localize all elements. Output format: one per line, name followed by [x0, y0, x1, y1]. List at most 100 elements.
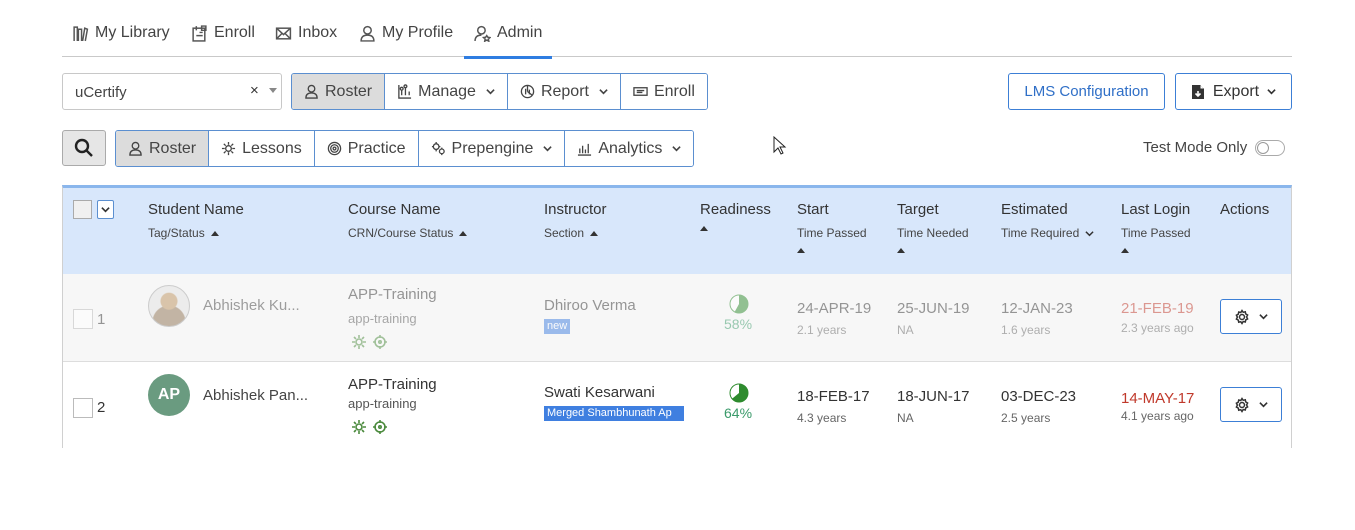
section-tag: Merged Shambhunath Ap	[544, 406, 684, 421]
course-select[interactable]: uCertify ×	[62, 73, 282, 110]
export-button[interactable]: Export	[1175, 73, 1292, 110]
last-login-date: 21-FEB-19	[1121, 300, 1194, 317]
sort-down-icon[interactable]	[1085, 229, 1094, 238]
library-icon	[73, 26, 89, 42]
row-checkbox[interactable]	[73, 398, 93, 418]
avatar: AP	[148, 374, 190, 416]
row-checkbox[interactable]	[73, 309, 93, 329]
student-name[interactable]: Abhishek Pan...	[203, 387, 308, 404]
course-status-icons	[351, 334, 388, 350]
clear-icon[interactable]: ×	[250, 82, 259, 99]
last-login-time-passed: 4.1 years ago	[1121, 409, 1194, 423]
gear-icon	[352, 420, 366, 434]
report-button[interactable]: Report	[507, 74, 621, 109]
sort-up-icon[interactable]	[700, 226, 708, 231]
tab-prepengine[interactable]: Prepengine	[418, 131, 566, 166]
gears-icon	[431, 141, 445, 156]
crosshair-icon	[373, 420, 387, 434]
readiness-pie	[729, 294, 749, 314]
tab-analytics[interactable]: Analytics	[565, 131, 694, 166]
estimated-time-required: 2.5 years	[1001, 411, 1051, 425]
row-number: 1	[97, 311, 106, 328]
manage-button-label: Manage	[418, 82, 476, 100]
readiness-percent: 58%	[724, 316, 753, 332]
nav-enroll[interactable]: Enroll	[191, 24, 255, 57]
header-start[interactable]: Start Time Passed	[797, 201, 867, 253]
header-title: Target	[897, 201, 939, 218]
header-last-login[interactable]: Last Login Time Passed	[1121, 201, 1191, 253]
tab-practice[interactable]: Practice	[314, 131, 419, 166]
sort-up-icon[interactable]	[459, 230, 468, 236]
nav-inbox[interactable]: Inbox	[275, 24, 337, 57]
enroll-button[interactable]: Enroll	[620, 74, 707, 109]
header-course-name[interactable]: Course Name CRN/Course Status	[348, 201, 468, 240]
sort-up-icon[interactable]	[797, 248, 805, 253]
sort-up-icon[interactable]	[210, 230, 219, 236]
start-time-passed: 4.3 years	[797, 411, 847, 425]
tab-analytics-label: Analytics	[598, 139, 663, 157]
course-name: APP-Training	[348, 286, 437, 303]
nav-admin[interactable]: Admin	[464, 24, 553, 59]
sort-up-icon[interactable]	[1121, 248, 1129, 253]
test-mode-label: Test Mode Only	[1143, 139, 1248, 156]
lms-configuration-label: LMS Configuration	[1024, 83, 1149, 100]
select-all-checkbox[interactable]	[73, 200, 92, 219]
header-title: Actions	[1220, 201, 1270, 218]
gear-icon	[222, 141, 236, 156]
estimated-date: 03-DEC-23	[1001, 388, 1077, 405]
report-icon	[520, 84, 535, 99]
nav-label: Inbox	[298, 24, 338, 41]
sub-view-group: Roster Lessons Practice Prepengine Analy…	[115, 130, 695, 167]
test-mode-toggle[interactable]: Test Mode Only	[1143, 139, 1286, 156]
nav-my-library[interactable]: My Library	[72, 24, 170, 57]
estimated-date: 12-JAN-23	[1001, 300, 1073, 317]
toggle-switch[interactable]	[1255, 139, 1286, 156]
header-estimated[interactable]: Estimated Time Required	[1001, 201, 1094, 240]
bar-chart-icon	[578, 143, 592, 156]
start-date: 24-APR-19	[797, 300, 872, 317]
header-sub: Section	[544, 226, 585, 240]
main-view-group: Roster Manage Report Enroll	[291, 73, 708, 110]
header-student-name[interactable]: Student Name Tag/Status	[148, 201, 244, 240]
chevron-down-icon	[672, 146, 682, 152]
target-icon	[327, 141, 341, 156]
header-sub: Time Needed	[897, 226, 969, 240]
file-download-icon	[1191, 84, 1204, 99]
sort-up-icon[interactable]	[897, 248, 905, 253]
target-time-needed: NA	[897, 411, 914, 425]
sort-up-icon[interactable]	[590, 230, 599, 236]
tab-roster[interactable]: Roster	[116, 131, 210, 166]
search-button[interactable]	[62, 130, 106, 166]
manage-icon	[398, 84, 412, 99]
select-dropdown-button[interactable]	[97, 200, 114, 219]
header-instructor[interactable]: Instructor Section	[544, 201, 607, 240]
readiness-pie	[729, 383, 749, 403]
avatar	[148, 285, 190, 327]
table-row: 2 AP Abhishek Pan... APP-Training app-tr…	[63, 363, 1291, 451]
nav-my-profile[interactable]: My Profile	[359, 24, 453, 57]
header-readiness[interactable]: Readiness	[700, 201, 771, 231]
user-icon	[305, 84, 318, 99]
last-login-date: 14-MAY-17	[1121, 390, 1195, 407]
header-sub: CRN/Course Status	[348, 226, 454, 240]
gear-icon	[1235, 396, 1249, 413]
start-time-passed: 2.1 years	[797, 323, 847, 337]
caret-down-icon[interactable]	[269, 88, 277, 93]
last-login-time-passed: 2.3 years ago	[1121, 321, 1194, 335]
row-actions-button[interactable]	[1220, 299, 1282, 334]
gear-icon	[352, 335, 366, 349]
student-name[interactable]: Abhishek Ku...	[203, 297, 300, 314]
header-target[interactable]: Target Time Needed	[897, 201, 969, 253]
tab-lessons[interactable]: Lessons	[209, 131, 315, 166]
tab-roster-label: Roster	[149, 139, 197, 157]
course-select-value: uCertify	[75, 84, 127, 101]
ticket-icon	[633, 87, 648, 96]
row-actions-button[interactable]	[1220, 387, 1282, 422]
manage-button[interactable]: Manage	[385, 74, 508, 109]
course-status-icons	[351, 419, 388, 435]
header-title: Estimated	[1001, 201, 1068, 218]
row-number: 2	[97, 399, 106, 416]
table-row: 1 Abhishek Ku... APP-Training app-traini…	[63, 274, 1291, 362]
roster-button[interactable]: Roster	[292, 74, 386, 109]
lms-configuration-button[interactable]: LMS Configuration	[1008, 73, 1165, 110]
